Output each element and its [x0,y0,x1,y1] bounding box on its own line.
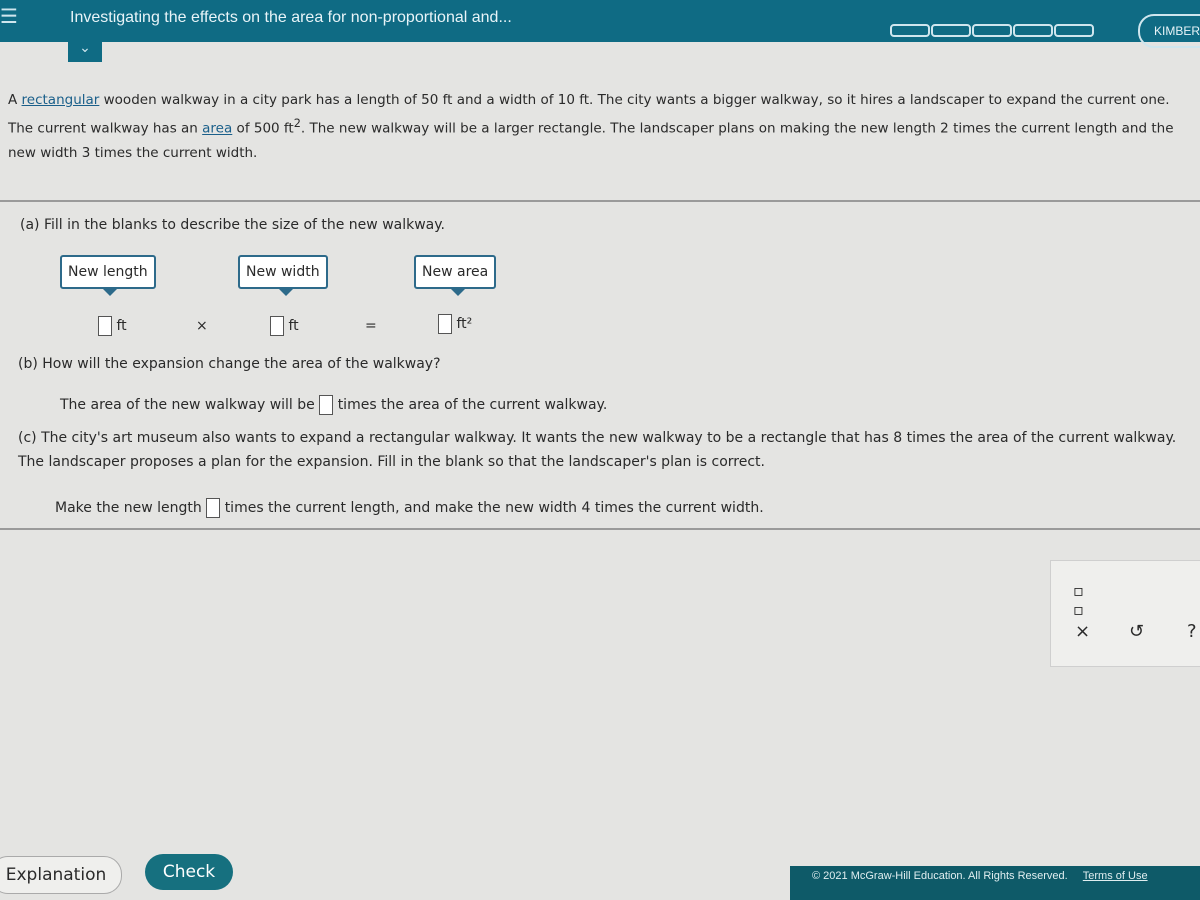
chevron-down-icon[interactable]: ⌄ [68,40,102,62]
new-length-label: New length [60,255,156,296]
undo-icon[interactable]: ↺ [1129,621,1144,642]
part-b-question: (b) How will the expansion change the ar… [18,356,441,372]
part-a-question: (a) Fill in the blanks to describe the s… [20,217,445,233]
problem-statement: A rectangular wooden walkway in a city p… [8,92,1174,161]
new-length-input[interactable] [98,316,112,336]
unit-squared: ft² [456,316,473,332]
unit: ft [288,318,299,334]
terms-link[interactable]: Terms of Use [1083,870,1148,882]
rectangular-link[interactable]: rectangular [22,92,100,108]
divider [0,528,1200,530]
divider [0,200,1200,202]
topic-title: Investigating the effects on the area fo… [70,9,512,26]
explanation-button[interactable]: Explanation [0,856,122,894]
new-width-input[interactable] [270,316,284,336]
times-sign: × [196,318,208,334]
footer: © 2021 McGraw-Hill Education. All Rights… [790,866,1200,900]
part-c-question: (c) The city's art museum also wants to … [18,430,1177,470]
help-icon[interactable]: ? [1187,621,1197,642]
part-c-answer-line: Make the new length times the current le… [55,498,764,518]
fraction-icon[interactable]: ▫ ▫ [1073,581,1084,619]
user-menu[interactable]: KIMBER [1138,14,1200,48]
hamburger-icon[interactable]: ☰ [0,4,18,28]
clear-icon[interactable]: × [1075,621,1090,642]
unit: ft [116,318,127,334]
area-link[interactable]: area [202,121,232,137]
length-factor-input[interactable] [206,498,221,518]
area-factor-input[interactable] [319,395,334,415]
new-area-label: New area [414,255,497,296]
part-b-answer-line: The area of the new walkway will be time… [60,395,608,415]
new-width-label: New width [238,255,328,296]
top-bar: ☰ Investigating the effects on the area … [0,0,1200,48]
equals-sign: = [365,318,377,334]
math-toolbar: ▫ ▫ × ↺ ? [1050,560,1200,667]
new-area-input[interactable] [438,314,452,334]
check-button[interactable]: Check [145,854,233,890]
copyright: © 2021 McGraw-Hill Education. All Rights… [812,870,1068,882]
progress-bar [890,24,1095,37]
